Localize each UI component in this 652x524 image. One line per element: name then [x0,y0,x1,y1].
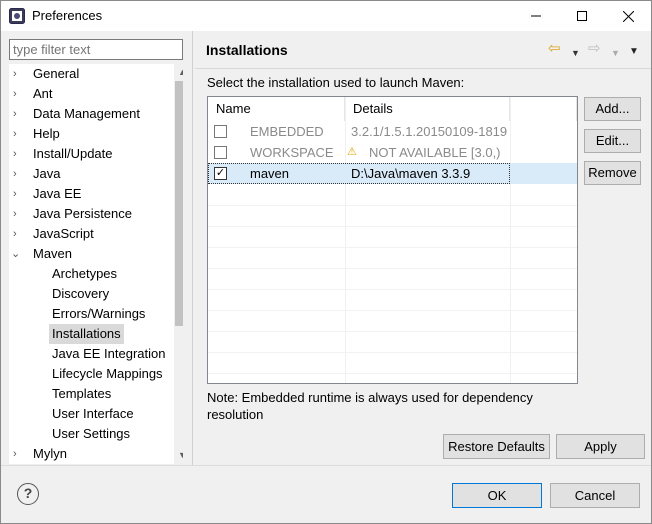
table-row-maven[interactable]: ✓ maven D:\Java\maven 3.3.9 [208,163,577,184]
ok-button[interactable]: OK [452,483,542,508]
chevron-right-icon[interactable]: › [13,204,23,224]
remove-button[interactable]: Remove [584,161,641,185]
forward-dropdown-icon[interactable]: ▼ [611,45,620,61]
chevron-right-icon[interactable]: › [13,444,23,464]
minimize-icon [531,15,541,17]
scrollbar-thumb[interactable] [175,81,183,326]
column-header-empty [510,97,577,121]
chevron-right-icon[interactable]: › [13,104,23,124]
row-details: D:\Java\maven 3.3.9 [351,166,471,181]
row-checkbox[interactable] [214,125,227,138]
installations-table: Name Details EMBEDDED 3.2.1/1.5.1.201501… [207,96,578,384]
table-row-embedded[interactable]: EMBEDDED 3.2.1/1.5.1.20150109-1819 [208,121,577,142]
help-icon[interactable]: ? [17,483,39,505]
row-divider [208,331,577,332]
scroll-down-icon[interactable]: ▼ [174,447,183,464]
page-title: Installations [206,42,288,58]
note-line-1: Note: Embedded runtime is always used fo… [207,390,533,405]
minimize-button[interactable] [513,1,559,31]
edit-button[interactable]: Edit... [584,129,641,153]
chevron-right-icon[interactable]: › [13,164,23,184]
close-button[interactable] [605,1,651,31]
row-divider [208,226,577,227]
row-divider [208,268,577,269]
filter-input[interactable] [9,39,183,60]
chevron-right-icon[interactable]: › [13,84,23,104]
eclipse-app-icon [9,8,25,24]
row-divider [208,247,577,248]
row-divider [208,352,577,353]
column-header-name[interactable]: Name [208,97,345,121]
chevron-right-icon[interactable]: › [13,224,23,244]
maximize-icon [577,11,587,21]
row-divider [208,205,577,206]
chevron-down-icon[interactable]: ⌄ [11,244,21,264]
preferences-tree: › General › Ant › Data Management › Help › In… [9,64,183,464]
row-name: EMBEDDED [250,124,324,139]
warning-icon: ⚠ [347,146,357,158]
note-text: Note: Embedded runtime is always used fo… [207,389,587,423]
back-dropdown-icon[interactable]: ▼ [571,45,580,61]
close-icon [622,10,634,22]
row-checkbox[interactable] [214,146,227,159]
column-header-details[interactable]: Details [345,97,510,121]
row-name: WORKSPACE [250,145,334,160]
restore-defaults-button[interactable]: Restore Defaults [443,434,550,459]
row-checkbox[interactable]: ✓ [214,167,227,180]
view-menu-icon[interactable]: ▼ [629,44,639,60]
scroll-up-icon[interactable]: ▲ [174,64,183,81]
cancel-button[interactable]: Cancel [550,483,640,508]
footer-separator [1,465,651,466]
add-button[interactable]: Add... [584,97,641,121]
row-divider [208,289,577,290]
row-divider [208,373,577,374]
preferences-window: Preferences ›General ›Ant ›Data Manageme… [0,0,652,524]
page-header: Installations ⇦ ▼ ⇨ ▼ ▼ [195,31,651,69]
chevron-right-icon[interactable]: › [13,64,23,84]
chevron-right-icon[interactable]: › [13,124,23,144]
chevron-right-icon[interactable]: › [13,184,23,204]
row-name: maven [250,166,290,181]
title-bar: Preferences [1,1,651,31]
select-installation-label: Select the installation used to launch M… [207,75,465,90]
note-line-2: resolution [207,407,264,422]
tree-scrollbar[interactable]: ▲ ▼ [174,64,183,464]
chevron-right-icon[interactable]: › [13,144,23,164]
row-details: 3.2.1/1.5.1.20150109-1819 [351,124,508,139]
table-row-workspace[interactable]: WORKSPACE ⚠ NOT AVAILABLE [3.0,) [208,142,577,163]
window-title: Preferences [32,8,103,23]
maximize-button[interactable] [559,1,605,31]
apply-button[interactable]: Apply [556,434,645,459]
pane-divider[interactable] [192,31,193,465]
row-divider [208,310,577,311]
forward-arrow-icon[interactable]: ⇨ [588,41,601,57]
row-details: NOT AVAILABLE [3.0,) [369,145,501,160]
back-arrow-icon[interactable]: ⇦ [548,41,561,57]
